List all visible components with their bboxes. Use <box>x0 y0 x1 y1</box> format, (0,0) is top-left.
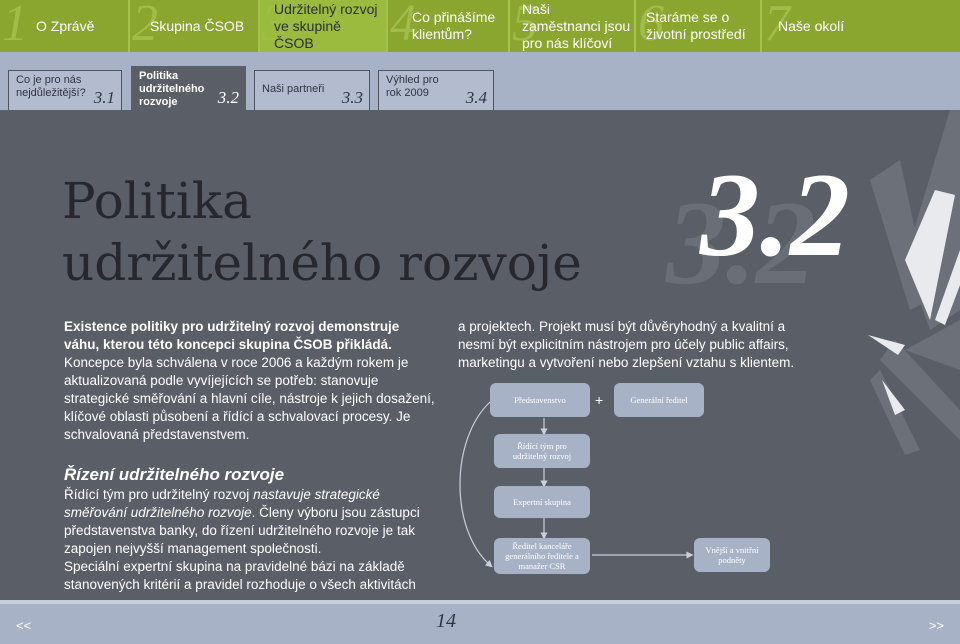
subtab-label: Výhled pro rok 2009 <box>386 74 439 99</box>
prev-page-button[interactable]: << <box>16 618 31 633</box>
nav-tab-label: Staráme se o životní prostředí <box>646 9 746 42</box>
footer: << 14 >> <box>0 600 960 644</box>
subtab-number: 3.3 <box>341 88 363 107</box>
org-chart: Představenstvo + Generální ředitel Řídíc… <box>440 380 800 580</box>
org-box-ceo: Generální ředitel <box>614 383 704 417</box>
sub-nav: Co je pro nás nejdůležitější? 3.1 Politi… <box>0 52 960 110</box>
nav-tab-o-zprave[interactable]: 1 O Zprávě <box>0 0 130 52</box>
main-content: 3.2 3.2 Politika udržitelného rozvoje Ex… <box>0 110 960 600</box>
main-nav: 1 O Zprávě 2 Skupina ČSOB 3 Udržitelný r… <box>0 0 960 52</box>
nav-tab-co-prinasime[interactable]: 4 Co přinášíme klientům? <box>388 0 510 52</box>
page-title: Politika udržitelného rozvoje <box>62 170 582 294</box>
section-heading: Řízení udržitelného rozvoje <box>64 465 285 484</box>
intro-paragraph: Existence politiky pro udržitelný rozvoj… <box>64 318 436 444</box>
nav-tab-label: Udržitelný rozvoj ve skupině ČSOB <box>274 0 378 51</box>
expert-group-paragraph: Speciální expertní skupina na pravidelné… <box>64 559 416 592</box>
subtab-3-2[interactable]: Politika udržitelného rozvoje 3.2 <box>131 66 246 110</box>
subtab-3-3[interactable]: Naši partneři 3.3 <box>254 70 370 110</box>
subtab-label: Naši partneři <box>262 83 325 95</box>
page-number: 14 <box>436 610 456 632</box>
nav-tab-nase-okoli[interactable]: 7 Naše okolí <box>762 0 960 52</box>
subtab-3-4[interactable]: Výhled pro rok 2009 3.4 <box>378 70 494 110</box>
subtab-label: Co je pro nás nejdůležitější? <box>16 74 86 99</box>
management-paragraph: Řídící tým pro udržitelný rozvoj nastavu… <box>64 486 436 558</box>
nav-tab-label: Co přinášíme klientům? <box>412 9 496 42</box>
subtab-number: 3.1 <box>93 88 115 107</box>
footer-divider <box>0 600 960 604</box>
nav-tab-udrzitelny-rozvoj[interactable]: 3 Udržitelný rozvoj ve skupině ČSOB <box>260 0 388 52</box>
subtab-number: 3.2 <box>217 88 239 107</box>
org-box-team: Řídící tým pro udržitelný rozvoj <box>494 434 590 468</box>
org-box-csr: Ředitel kanceláře generálního ředitele a… <box>494 538 590 574</box>
nav-tab-label: O Zprávě <box>36 17 95 34</box>
org-plus-sign: + <box>595 392 604 408</box>
nav-tab-label: Naši zaměstnanci jsou pro nás klíčoví <box>522 0 631 51</box>
left-column: Existence politiky pro udržitelný rozvoj… <box>64 318 436 594</box>
org-box-board: Představenstvo <box>490 383 590 417</box>
right-column: a projektech. Projekt musí být důvěryhod… <box>458 318 818 372</box>
intro-text: Koncepce byla schválena v roce 2006 a ka… <box>64 355 435 442</box>
lead-text: Existence politiky pro udržitelný rozvoj… <box>64 319 400 352</box>
nav-tab-label: Naše okolí <box>778 17 845 34</box>
nav-tab-number: 1 <box>2 0 28 52</box>
right-paragraph: a projektech. Projekt musí být důvěryhod… <box>458 319 795 370</box>
subtab-number: 3.4 <box>465 88 487 107</box>
page-title-line2: udržitelného rozvoje <box>62 234 582 292</box>
next-page-button[interactable]: >> <box>929 618 944 633</box>
section-number: 3.2 <box>700 148 850 281</box>
page-title-line1: Politika <box>62 172 252 230</box>
org-box-experts: Expertní skupina <box>494 486 590 518</box>
nav-tab-label: Skupina ČSOB <box>150 17 245 34</box>
management-text-a: Řídící tým pro udržitelný rozvoj <box>64 487 254 502</box>
subtab-3-1[interactable]: Co je pro nás nejdůležitější? 3.1 <box>8 70 122 110</box>
nav-tab-zivotni-prostredi[interactable]: 6 Staráme se o životní prostředí <box>636 0 762 52</box>
nav-tab-skupina-csob[interactable]: 2 Skupina ČSOB <box>130 0 260 52</box>
org-box-stimuli: Vnější a vnitřní podněty <box>694 538 770 572</box>
nav-tab-nasi-zamestnanci[interactable]: 5 Naši zaměstnanci jsou pro nás klíčoví <box>510 0 636 52</box>
